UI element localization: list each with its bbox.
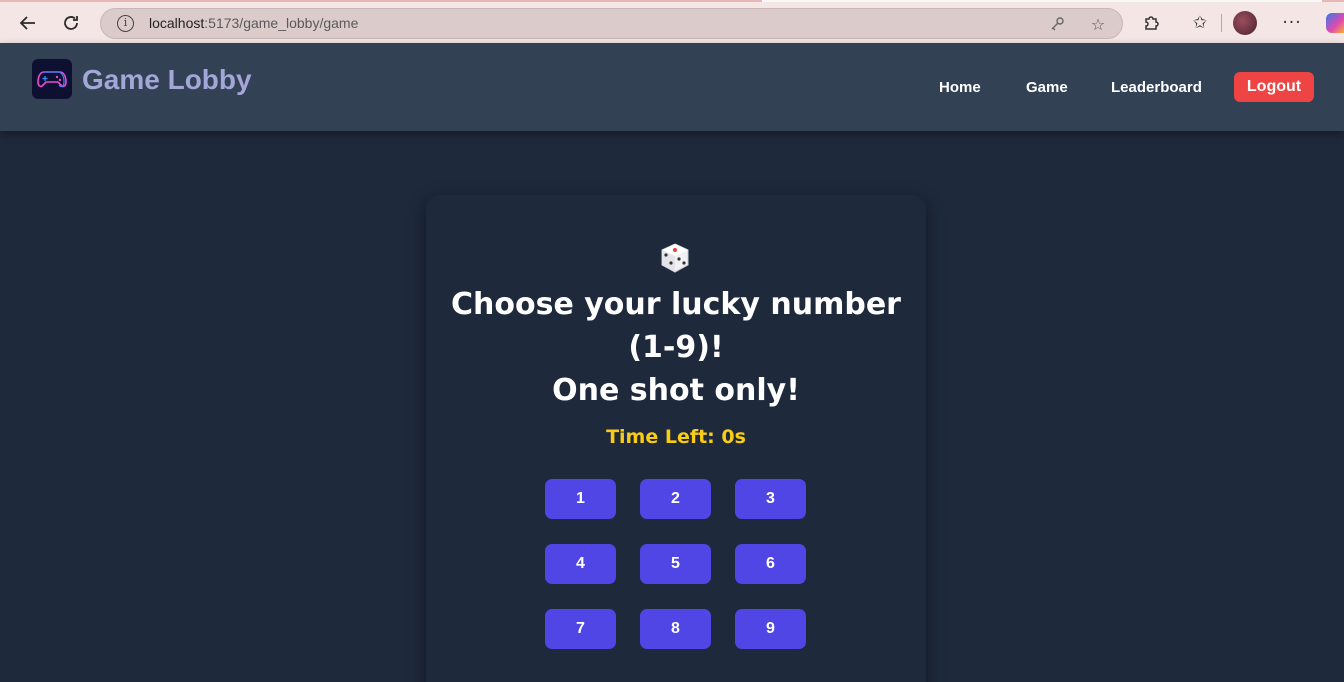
browser-toolbar: i localhost:5173/game_lobby/game ☆ ✩ ··· (0, 0, 1344, 43)
gamepad-logo-icon[interactable] (32, 59, 72, 99)
more-icon[interactable]: ··· (1280, 11, 1304, 35)
game-title-line3: One shot only! (552, 373, 800, 408)
number-grid: 1 2 3 4 5 6 7 8 9 (545, 479, 807, 649)
copilot-icon[interactable] (1326, 13, 1344, 33)
number-button-3[interactable]: 3 (735, 479, 806, 519)
url-text[interactable]: localhost:5173/game_lobby/game (149, 15, 358, 31)
number-button-6[interactable]: 6 (735, 544, 806, 584)
game-card: Choose your lucky number (1-9)! One shot… (426, 195, 926, 682)
game-title-line2: (1-9)! (628, 330, 724, 365)
tab-strip-edge (762, 0, 1322, 2)
nav-link-leaderboard[interactable]: Leaderboard (1111, 79, 1202, 96)
brand-title[interactable]: Game Lobby (82, 64, 252, 96)
game-title: Choose your lucky number (1-9)! One shot… (426, 283, 926, 412)
favorite-star-icon[interactable]: ☆ (1087, 13, 1109, 35)
game-title-line1: Choose your lucky number (451, 287, 901, 322)
time-left-text: Time Left: 0s (606, 426, 746, 448)
number-button-4[interactable]: 4 (545, 544, 616, 584)
key-icon[interactable] (1046, 13, 1068, 35)
number-button-7[interactable]: 7 (545, 609, 616, 649)
number-button-1[interactable]: 1 (545, 479, 616, 519)
extensions-icon[interactable] (1139, 11, 1163, 35)
number-button-2[interactable]: 2 (640, 479, 711, 519)
dice-icon (658, 241, 692, 275)
profile-avatar[interactable] (1233, 11, 1257, 35)
number-button-5[interactable]: 5 (640, 544, 711, 584)
app-navbar: Game Lobby Home Game Leaderboard Logout (0, 43, 1344, 131)
back-arrow-icon[interactable] (15, 10, 41, 36)
number-button-8[interactable]: 8 (640, 609, 711, 649)
toolbar-separator (1221, 14, 1222, 32)
number-button-9[interactable]: 9 (735, 609, 806, 649)
favorites-icon[interactable]: ✩ (1188, 11, 1212, 35)
refresh-icon[interactable] (58, 10, 84, 36)
address-bar[interactable]: i localhost:5173/game_lobby/game ☆ (100, 8, 1123, 39)
site-info-icon[interactable]: i (117, 15, 134, 32)
nav-link-home[interactable]: Home (939, 79, 981, 96)
logout-button[interactable]: Logout (1234, 72, 1314, 102)
nav-link-game[interactable]: Game (1026, 79, 1068, 96)
